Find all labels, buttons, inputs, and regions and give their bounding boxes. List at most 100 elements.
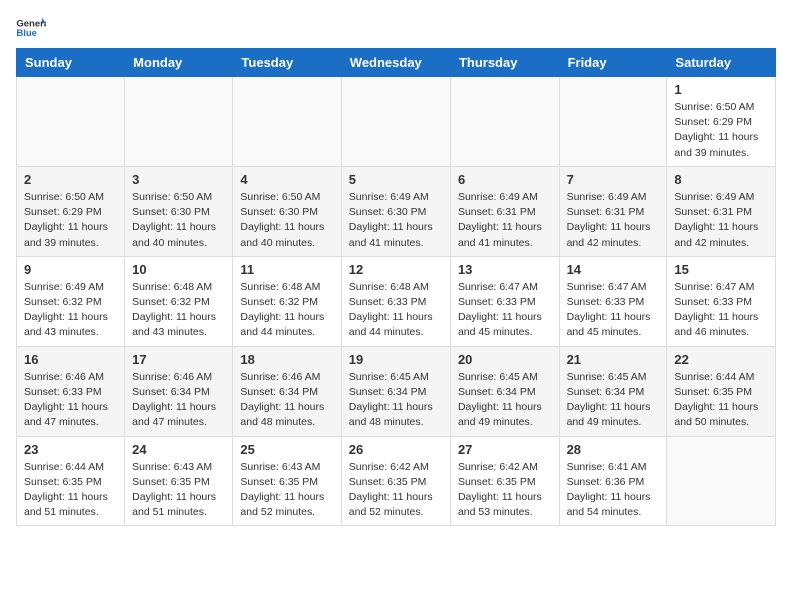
day-number: 2 [24, 172, 117, 187]
day-number: 11 [240, 262, 333, 277]
day-number: 14 [567, 262, 660, 277]
day-number: 19 [349, 352, 443, 367]
calendar-week-row: 1 Sunrise: 6:50 AM Sunset: 6:29 PM Daylig… [17, 77, 776, 167]
calendar-cell [450, 77, 559, 167]
calendar-cell: 19 Sunrise: 6:45 AM Sunset: 6:34 PM Dayli… [341, 346, 450, 436]
calendar-cell: 6 Sunrise: 6:49 AM Sunset: 6:31 PM Daylig… [450, 166, 559, 256]
calendar-cell: 22 Sunrise: 6:44 AM Sunset: 6:35 PM Dayli… [667, 346, 776, 436]
day-info: Sunrise: 6:47 AM Sunset: 6:33 PM Dayligh… [458, 280, 552, 341]
day-info: Sunrise: 6:50 AM Sunset: 6:30 PM Dayligh… [132, 190, 225, 251]
calendar-cell: 11 Sunrise: 6:48 AM Sunset: 6:32 PM Dayli… [233, 256, 341, 346]
day-info: Sunrise: 6:44 AM Sunset: 6:35 PM Dayligh… [24, 460, 117, 521]
day-number: 13 [458, 262, 552, 277]
day-number: 16 [24, 352, 117, 367]
calendar-cell [233, 77, 341, 167]
day-info: Sunrise: 6:47 AM Sunset: 6:33 PM Dayligh… [674, 280, 768, 341]
calendar-cell: 18 Sunrise: 6:46 AM Sunset: 6:34 PM Dayli… [233, 346, 341, 436]
calendar-cell: 28Sunrise: 6:41 AM Sunset: 6:36 PM Dayli… [559, 436, 667, 526]
weekday-header-tuesday: Tuesday [233, 49, 341, 77]
day-number: 23 [24, 442, 117, 457]
calendar-cell: 20 Sunrise: 6:45 AM Sunset: 6:34 PM Dayli… [450, 346, 559, 436]
page-header: General Blue [16, 16, 776, 38]
day-info: Sunrise: 6:47 AM Sunset: 6:33 PM Dayligh… [567, 280, 660, 341]
weekday-header-saturday: Saturday [667, 49, 776, 77]
day-number: 3 [132, 172, 225, 187]
day-info: Sunrise: 6:49 AM Sunset: 6:31 PM Dayligh… [567, 190, 660, 251]
day-info: Sunrise: 6:48 AM Sunset: 6:33 PM Dayligh… [349, 280, 443, 341]
svg-text:Blue: Blue [16, 28, 37, 38]
calendar-header-row: SundayMondayTuesdayWednesdayThursdayFrid… [17, 49, 776, 77]
calendar-cell: 14 Sunrise: 6:47 AM Sunset: 6:33 PM Dayli… [559, 256, 667, 346]
day-info: Sunrise: 6:49 AM Sunset: 6:30 PM Dayligh… [349, 190, 443, 251]
day-info: Sunrise: 6:50 AM Sunset: 6:29 PM Dayligh… [674, 100, 768, 161]
calendar-cell [559, 77, 667, 167]
day-info: Sunrise: 6:46 AM Sunset: 6:34 PM Dayligh… [132, 370, 225, 431]
weekday-header-wednesday: Wednesday [341, 49, 450, 77]
day-info: Sunrise: 6:44 AM Sunset: 6:35 PM Dayligh… [674, 370, 768, 431]
day-number: 10 [132, 262, 225, 277]
day-info: Sunrise: 6:42 AM Sunset: 6:35 PM Dayligh… [458, 460, 552, 521]
day-number: 6 [458, 172, 552, 187]
calendar-table: SundayMondayTuesdayWednesdayThursdayFrid… [16, 48, 776, 526]
calendar-week-row: 2Sunrise: 6:50 AM Sunset: 6:29 PM Daylig… [17, 166, 776, 256]
day-info: Sunrise: 6:45 AM Sunset: 6:34 PM Dayligh… [458, 370, 552, 431]
day-number: 27 [458, 442, 552, 457]
calendar-cell: 3 Sunrise: 6:50 AM Sunset: 6:30 PM Daylig… [125, 166, 233, 256]
day-number: 4 [240, 172, 333, 187]
calendar-cell: 2Sunrise: 6:50 AM Sunset: 6:29 PM Daylig… [17, 166, 125, 256]
weekday-header-sunday: Sunday [17, 49, 125, 77]
calendar-cell: 25 Sunrise: 6:43 AM Sunset: 6:35 PM Dayli… [233, 436, 341, 526]
calendar-week-row: 23 Sunrise: 6:44 AM Sunset: 6:35 PM Dayli… [17, 436, 776, 526]
day-number: 7 [567, 172, 660, 187]
day-number: 28 [567, 442, 660, 457]
calendar-cell: 17Sunrise: 6:46 AM Sunset: 6:34 PM Dayli… [125, 346, 233, 436]
day-info: Sunrise: 6:43 AM Sunset: 6:35 PM Dayligh… [240, 460, 333, 521]
calendar-cell: 5 Sunrise: 6:49 AM Sunset: 6:30 PM Daylig… [341, 166, 450, 256]
calendar-cell: 24 Sunrise: 6:43 AM Sunset: 6:35 PM Dayli… [125, 436, 233, 526]
day-number: 18 [240, 352, 333, 367]
day-info: Sunrise: 6:48 AM Sunset: 6:32 PM Dayligh… [240, 280, 333, 341]
calendar-cell: 9Sunrise: 6:49 AM Sunset: 6:32 PM Daylig… [17, 256, 125, 346]
day-info: Sunrise: 6:46 AM Sunset: 6:34 PM Dayligh… [240, 370, 333, 431]
day-number: 26 [349, 442, 443, 457]
calendar-cell: 12 Sunrise: 6:48 AM Sunset: 6:33 PM Dayli… [341, 256, 450, 346]
calendar-cell: 4 Sunrise: 6:50 AM Sunset: 6:30 PM Daylig… [233, 166, 341, 256]
day-info: Sunrise: 6:45 AM Sunset: 6:34 PM Dayligh… [349, 370, 443, 431]
weekday-header-monday: Monday [125, 49, 233, 77]
calendar-cell: 7 Sunrise: 6:49 AM Sunset: 6:31 PM Daylig… [559, 166, 667, 256]
calendar-week-row: 9Sunrise: 6:49 AM Sunset: 6:32 PM Daylig… [17, 256, 776, 346]
day-number: 24 [132, 442, 225, 457]
calendar-cell: 1 Sunrise: 6:50 AM Sunset: 6:29 PM Daylig… [667, 77, 776, 167]
day-info: Sunrise: 6:43 AM Sunset: 6:35 PM Dayligh… [132, 460, 225, 521]
day-info: Sunrise: 6:48 AM Sunset: 6:32 PM Dayligh… [132, 280, 225, 341]
calendar-cell: 16 Sunrise: 6:46 AM Sunset: 6:33 PM Dayli… [17, 346, 125, 436]
weekday-header-thursday: Thursday [450, 49, 559, 77]
calendar-cell: 26 Sunrise: 6:42 AM Sunset: 6:35 PM Dayli… [341, 436, 450, 526]
day-info: Sunrise: 6:49 AM Sunset: 6:31 PM Dayligh… [674, 190, 768, 251]
calendar-cell: 27 Sunrise: 6:42 AM Sunset: 6:35 PM Dayli… [450, 436, 559, 526]
day-number: 22 [674, 352, 768, 367]
day-number: 8 [674, 172, 768, 187]
calendar-week-row: 16 Sunrise: 6:46 AM Sunset: 6:33 PM Dayli… [17, 346, 776, 436]
logo: General Blue [16, 16, 46, 38]
calendar-cell: 21 Sunrise: 6:45 AM Sunset: 6:34 PM Dayli… [559, 346, 667, 436]
day-number: 21 [567, 352, 660, 367]
day-info: Sunrise: 6:45 AM Sunset: 6:34 PM Dayligh… [567, 370, 660, 431]
day-info: Sunrise: 6:49 AM Sunset: 6:32 PM Dayligh… [24, 280, 117, 341]
day-number: 5 [349, 172, 443, 187]
calendar-cell: 15 Sunrise: 6:47 AM Sunset: 6:33 PM Dayli… [667, 256, 776, 346]
calendar-cell [17, 77, 125, 167]
weekday-header-friday: Friday [559, 49, 667, 77]
day-info: Sunrise: 6:46 AM Sunset: 6:33 PM Dayligh… [24, 370, 117, 431]
calendar-cell: 10 Sunrise: 6:48 AM Sunset: 6:32 PM Dayli… [125, 256, 233, 346]
calendar-cell [341, 77, 450, 167]
day-number: 25 [240, 442, 333, 457]
calendar-cell: 23 Sunrise: 6:44 AM Sunset: 6:35 PM Dayli… [17, 436, 125, 526]
day-info: Sunrise: 6:49 AM Sunset: 6:31 PM Dayligh… [458, 190, 552, 251]
day-number: 20 [458, 352, 552, 367]
day-number: 12 [349, 262, 443, 277]
day-number: 1 [674, 82, 768, 97]
day-info: Sunrise: 6:50 AM Sunset: 6:30 PM Dayligh… [240, 190, 333, 251]
day-info: Sunrise: 6:42 AM Sunset: 6:35 PM Dayligh… [349, 460, 443, 521]
day-number: 15 [674, 262, 768, 277]
